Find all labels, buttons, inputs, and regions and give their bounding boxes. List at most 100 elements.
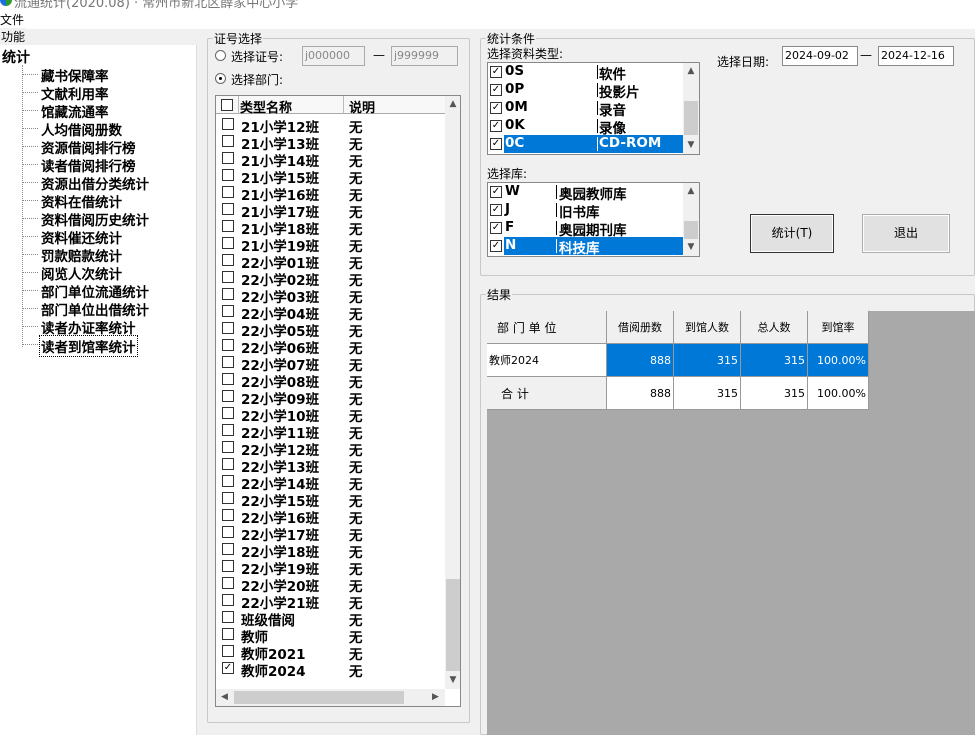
dept-checkbox[interactable] (222, 407, 234, 419)
grid-cell[interactable]: 888 (607, 377, 674, 410)
type-list-vscroll[interactable]: ▲ ▼ (683, 63, 699, 154)
dept-list-vscroll[interactable]: ▲ ▼ (445, 96, 460, 689)
list-item[interactable]: 22小学15班无 (216, 490, 445, 510)
dept-checkbox[interactable] (222, 628, 234, 640)
dept-checkbox[interactable] (222, 186, 234, 198)
result-grid[interactable]: 部 门 单 位借阅册数 到馆人数 总人数 到馆率 教师2024 888 315 315 100.… (487, 311, 975, 735)
grid-header-cell[interactable]: 到馆人数 (674, 311, 741, 344)
dept-checkbox[interactable] (222, 339, 234, 351)
grid-header-cell[interactable]: 借阅册数 (607, 311, 674, 344)
grid-cell[interactable]: 888 (607, 344, 674, 377)
dept-checkbox[interactable] (222, 152, 234, 164)
stat-button[interactable]: 统计(T) (750, 214, 834, 253)
list-item[interactable]: ✓ N 科技库 (488, 237, 683, 256)
dept-checkbox[interactable] (222, 560, 234, 572)
list-item[interactable]: 22小学21班无 (216, 592, 445, 612)
dept-checkbox[interactable] (222, 322, 234, 334)
grid-header-cell[interactable]: 总人数 (741, 311, 808, 344)
list-item[interactable]: ✓ F 奥园期刊库 (488, 219, 683, 239)
dept-checkbox[interactable] (222, 220, 234, 232)
list-item[interactable]: 22小学17班无 (216, 524, 445, 544)
dept-checkbox[interactable] (222, 203, 234, 215)
grid-cell[interactable]: 315 (674, 344, 741, 377)
dept-checkbox[interactable] (222, 237, 234, 249)
dept-checkbox[interactable] (222, 509, 234, 521)
date-to-field[interactable]: 2024-12-16 (878, 46, 954, 66)
list-item[interactable]: ✓ 0C CD-ROM (488, 135, 683, 153)
scroll-up-icon[interactable]: ▲ (683, 183, 699, 200)
list-item[interactable]: 22小学12班无 (216, 439, 445, 459)
cert-from-field[interactable]: j000000 (302, 46, 365, 66)
list-item[interactable]: ✓ 0P 投影片 (488, 81, 683, 101)
list-item[interactable]: 22小学10班无 (216, 405, 445, 425)
grid-cell[interactable]: 教师2024 (487, 344, 607, 377)
dept-checkbox[interactable] (222, 526, 234, 538)
list-item[interactable]: 21小学19班无 (216, 235, 445, 255)
list-item[interactable]: 22小学02班无 (216, 269, 445, 289)
menu-file[interactable]: 文件 (0, 11, 24, 28)
splitter[interactable] (196, 45, 200, 735)
dept-checkbox[interactable] (222, 288, 234, 300)
function-tree[interactable]: 统计 藏书保障率 文献利用率 馆藏流通率 人均借阅册数 资源借阅排行榜 读者借阅排行榜 资源… (0, 45, 196, 735)
select-all-checkbox[interactable] (221, 99, 233, 111)
lib-list-vscroll[interactable]: ▲ ▼ (683, 183, 699, 256)
material-type-list[interactable]: ✓ 0S 软件 ✓ 0P 投影片 ✓ 0M 录音 ✓ 0K 录像 ✓ 0C CD-ROM ▲ ▼ (487, 62, 700, 155)
dept-checkbox[interactable] (222, 458, 234, 470)
radio-select-dept[interactable] (215, 73, 226, 84)
list-item[interactable]: ✓ 0S 软件 (488, 63, 683, 83)
dept-list-hscroll[interactable]: ◀ ▶ (216, 689, 445, 706)
dept-checkbox[interactable] (222, 305, 234, 317)
cert-to-field[interactable]: j999999 (391, 46, 458, 66)
dept-checkbox[interactable] (222, 135, 234, 147)
scroll-down-icon[interactable]: ▼ (683, 239, 699, 256)
list-item[interactable]: 21小学13班无 (216, 133, 445, 153)
dept-checkbox[interactable] (222, 356, 234, 368)
list-item[interactable]: 教师2021 无 (216, 643, 445, 663)
tree-root[interactable]: 统计 (2, 47, 30, 67)
scroll-up-icon[interactable]: ▲ (445, 96, 460, 113)
list-item[interactable]: ✓ 0K 录像 (488, 117, 683, 137)
dept-checkbox[interactable]: ✓ (222, 662, 234, 674)
scroll-up-icon[interactable]: ▲ (683, 63, 699, 80)
lib-checkbox[interactable]: ✓ (490, 186, 502, 198)
type-checkbox[interactable]: ✓ (490, 84, 502, 96)
list-item[interactable]: 22小学03班无 (216, 286, 445, 306)
dept-checkbox[interactable] (222, 424, 234, 436)
dept-checkbox[interactable] (222, 594, 234, 606)
dept-checkbox[interactable] (222, 254, 234, 266)
list-item[interactable]: 22小学14班无 (216, 473, 445, 493)
list-item[interactable]: 22小学01班无 (216, 252, 445, 272)
list-item[interactable]: 22小学13班无 (216, 456, 445, 476)
list-item[interactable]: 22小学04班无 (216, 303, 445, 323)
dept-checkbox[interactable] (222, 118, 234, 130)
type-checkbox[interactable]: ✓ (490, 138, 502, 150)
dept-checkbox[interactable] (222, 543, 234, 555)
dept-checkbox[interactable] (222, 441, 234, 453)
list-item[interactable]: 22小学06班无 (216, 337, 445, 357)
date-from-field[interactable]: 2024-09-02 (782, 46, 858, 66)
list-item[interactable]: ✓ 0M 录音 (488, 99, 683, 119)
list-item[interactable]: 22小学07班无 (216, 354, 445, 374)
list-item[interactable]: 22小学19班无 (216, 558, 445, 578)
list-item[interactable]: 班级借阅无 (216, 609, 445, 629)
radio-select-cert[interactable] (215, 50, 226, 61)
col-desc[interactable]: 说明 (349, 97, 375, 116)
grid-cell[interactable]: 100.00% (808, 344, 869, 377)
list-item[interactable]: ✓ W 奥园教师库 (488, 183, 683, 203)
scroll-thumb[interactable] (684, 101, 698, 135)
list-item[interactable]: 22小学20班无 (216, 575, 445, 595)
list-item[interactable]: 21小学16班无 (216, 184, 445, 204)
list-item[interactable]: 22小学16班无 (216, 507, 445, 527)
list-item[interactable]: 22小学09班无 (216, 388, 445, 408)
scroll-right-icon[interactable]: ▶ (427, 689, 444, 706)
list-item[interactable]: 22小学05班无 (216, 320, 445, 340)
scroll-thumb[interactable] (684, 221, 698, 239)
list-item[interactable]: ✓ J 旧书库 (488, 201, 683, 221)
dept-checkbox[interactable] (222, 169, 234, 181)
grid-cell[interactable]: 100.00% (808, 377, 869, 410)
list-item[interactable]: ✓ 教师2024 无 (216, 660, 445, 680)
dept-checkbox[interactable] (222, 645, 234, 657)
dept-checkbox[interactable] (222, 475, 234, 487)
list-item[interactable]: 21小学18班无 (216, 218, 445, 238)
dept-checkbox[interactable] (222, 492, 234, 504)
